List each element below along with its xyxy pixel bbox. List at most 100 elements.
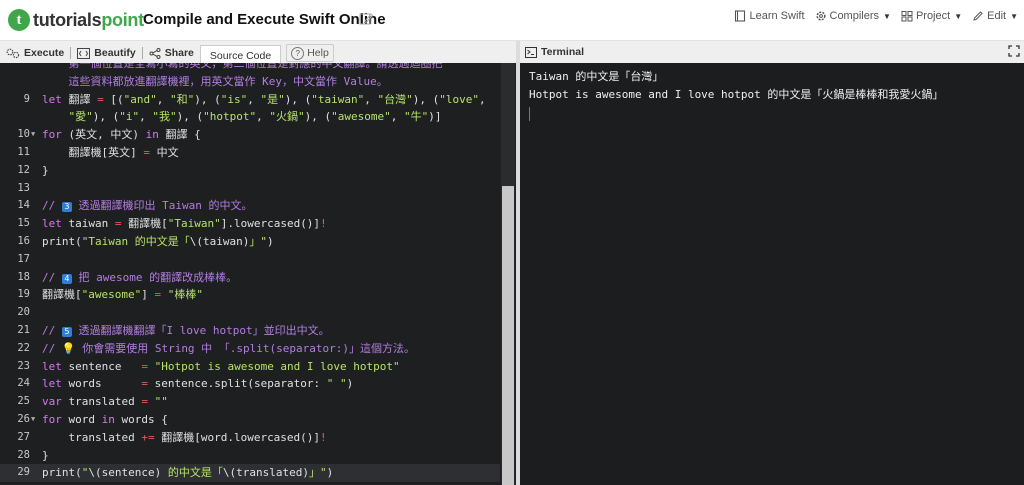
terminal-header: Terminal — [520, 41, 1024, 64]
comment: // — [42, 341, 62, 355]
comment: 把 awesome 的翻譯改成棒棒。 — [71, 270, 238, 284]
logo-text: tutorialspoint — [33, 10, 144, 31]
line-number: 25 — [17, 395, 30, 408]
terminal-output-line: Hotpot is awesome and I love hotpot 的中文是… — [529, 88, 944, 101]
string: "i" — [119, 110, 140, 124]
keycap-number-icon: 3 — [61, 202, 72, 213]
folder-icon — [901, 11, 913, 22]
identifier: (英文, 中文) — [61, 128, 146, 142]
keyword: in — [145, 128, 159, 142]
string: "我" — [152, 110, 177, 124]
punct: ) — [346, 377, 354, 391]
execute-button[interactable]: Execute — [0, 41, 70, 65]
line-number: 14 — [17, 199, 30, 212]
interpolation: \(taiwan) — [189, 234, 250, 248]
code-line: 24 let words = sentence.split(separator: … — [0, 375, 500, 393]
interpolation: \(sentence) — [88, 466, 162, 480]
code-editor[interactable]: 第一個位置是全寫小寫的英文，第二個位置是對應的中文翻譯。請透過迴圈把 這些資料都… — [0, 63, 516, 485]
line-number: 18 — [17, 270, 30, 283]
string: " " — [326, 377, 347, 391]
punct: } — [42, 448, 49, 462]
terminal-output[interactable]: Taiwan 的中文是「台灣」 Hotpot is awesome and I … — [520, 63, 1024, 485]
nav-edit-label: Edit — [987, 10, 1007, 22]
string: "棒棒" — [161, 288, 203, 302]
identifier: words — [61, 377, 142, 391]
identifier: 翻譯機[ — [121, 217, 168, 231]
string: 」" — [249, 234, 267, 248]
comment: // — [42, 323, 62, 337]
question-icon: ? — [291, 46, 305, 60]
code-line: 27 translated += 翻譯機[word.lowercased()]! — [0, 429, 500, 447]
code-line: 23 let sentence = "Hotpot is awesome and … — [0, 358, 500, 376]
comment: 你會需要使用 String 中 「.split(separator:)」這個方法… — [75, 341, 416, 355]
string: "awesome" — [81, 288, 142, 302]
string: "和" — [170, 92, 195, 106]
string: "愛" — [68, 110, 93, 124]
code-line: "愛"), ("i", "我"), ("hotpot", "火鍋"), ("aw… — [68, 110, 442, 124]
keyword: for — [42, 128, 62, 142]
identifier: sentence.split(separator: — [147, 377, 327, 391]
line-number: 27 — [17, 430, 30, 443]
fold-caret-icon[interactable]: ▼ — [31, 126, 35, 144]
beautify-label: Beautify — [94, 47, 136, 59]
nav-learn-swift[interactable]: Learn Swift — [734, 10, 805, 22]
operator: ! — [320, 430, 327, 444]
string: "is" — [220, 92, 248, 106]
operator: = — [143, 145, 150, 159]
nav-compilers-label: Compilers — [829, 10, 880, 22]
keyword: let — [42, 217, 62, 231]
string: 」" — [308, 466, 327, 480]
line-number: 17 — [17, 252, 30, 265]
keyword: let — [42, 377, 62, 391]
interpolation: \(translated) — [222, 466, 309, 480]
identifier: taiwan — [61, 217, 115, 231]
fold-caret-icon[interactable]: ▼ — [31, 411, 35, 429]
top-header: t tutorialspoint Compile and Execute Swi… — [0, 0, 1024, 41]
line-number: 13 — [17, 181, 30, 194]
string: "and" — [123, 92, 157, 106]
line-number: 26 — [17, 412, 30, 425]
chevron-down-icon: ▼ — [954, 11, 963, 21]
fullscreen-icon[interactable] — [1008, 45, 1020, 57]
string: "火鍋" — [269, 110, 305, 124]
pencil-icon — [973, 11, 983, 21]
logo-text-part1: tutorials — [33, 9, 102, 30]
terminal-tab[interactable]: Terminal — [525, 46, 584, 58]
code-line: 26 ▼ for word in words { — [0, 411, 500, 429]
code-comment: 這些資料都放進翻譯機裡，用英文當作 Key，中文當作 Value。 — [42, 74, 388, 88]
nav-edit[interactable]: Edit ▼ — [972, 10, 1018, 22]
line-number: 22 — [17, 341, 30, 354]
punct: ) — [266, 234, 274, 248]
pencil-edit-title-icon[interactable] — [358, 11, 374, 27]
code-line: 這些資料都放進翻譯機裡，用英文當作 Key，中文當作 Value。 — [0, 73, 500, 91]
nav-compilers[interactable]: Compilers ▼ — [815, 10, 891, 22]
identifier: translated — [61, 395, 142, 409]
share-icon — [149, 47, 161, 59]
line-number: 24 — [17, 377, 30, 390]
nav-project[interactable]: Project ▼ — [901, 10, 962, 22]
string: "taiwan" — [311, 92, 365, 106]
code-line: 13 — [0, 180, 500, 198]
operator: = — [141, 395, 148, 409]
string: "牛" — [403, 110, 429, 124]
line-number: 15 — [17, 217, 30, 230]
share-button[interactable]: Share — [143, 41, 200, 65]
execute-label: Execute — [24, 47, 65, 59]
line-number: 10 — [17, 128, 30, 141]
string: "" — [147, 395, 168, 409]
editor-scrollbar-thumb[interactable] — [502, 186, 514, 485]
line-number: 20 — [17, 306, 30, 319]
book-icon — [735, 10, 746, 22]
lightbulb-icon: 💡 — [61, 341, 76, 355]
code-line: 10 ▼ for (英文, 中文) in 翻譯 { — [0, 126, 500, 144]
string: "Taiwan 的中文是「 — [81, 234, 190, 248]
line-number: 12 — [17, 163, 30, 176]
code-line: 17 — [0, 251, 500, 269]
string: "love" — [439, 92, 479, 106]
help-button[interactable]: ? Help — [286, 44, 334, 62]
code-line: 14 // 3 透過翻譯機印出 Taiwan 的中文。 — [0, 197, 500, 215]
beautify-button[interactable]: Beautify — [71, 41, 141, 65]
punct: ] — [141, 288, 155, 302]
keycap-number-icon: 4 — [61, 273, 72, 284]
tutorialspoint-logo[interactable]: t tutorialspoint — [8, 7, 144, 33]
